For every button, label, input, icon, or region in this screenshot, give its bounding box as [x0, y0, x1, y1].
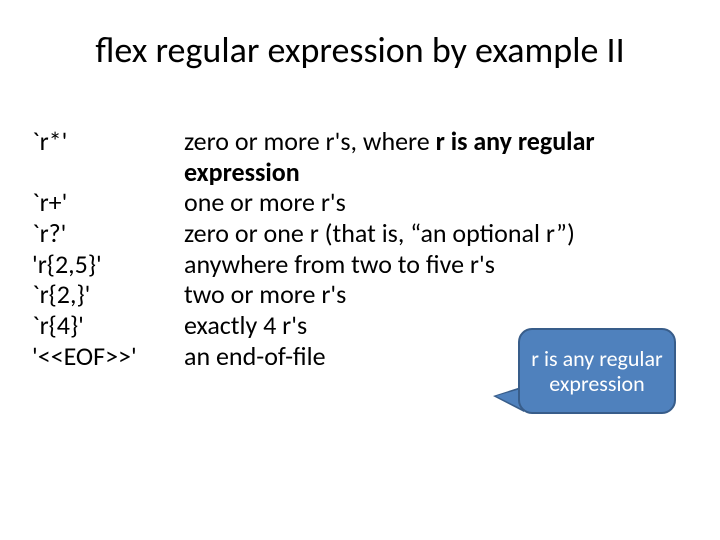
pattern-token: `r*': [32, 126, 184, 157]
callout-bubble: r is any regular expression: [518, 328, 676, 414]
callout-text: r is any regular expression: [528, 346, 666, 397]
pattern-desc: one or more r's: [184, 187, 688, 218]
pattern-token: `r{4}': [32, 310, 184, 341]
pattern-desc: zero or more r's, where r is any regular…: [184, 126, 688, 187]
desc-text: anywhere from two to five r's: [184, 248, 495, 280]
pattern-desc: zero or one r (that is, “an optional r”): [184, 218, 688, 249]
desc-text: zero or one r (that is, “an optional r”): [184, 217, 575, 249]
pattern-desc: two or more r's: [184, 279, 688, 310]
pattern-token: `r+': [32, 187, 184, 218]
desc-text: exactly 4 r's: [184, 309, 307, 341]
definition-row: `r?' zero or one r (that is, “an optiona…: [32, 218, 688, 249]
definition-row: 'r{2,5}' anywhere from two to five r's: [32, 249, 688, 280]
slide: flex regular expression by example II `r…: [0, 0, 720, 540]
desc-text: zero or more r's, where: [184, 125, 436, 157]
pattern-desc: anywhere from two to five r's: [184, 249, 688, 280]
desc-text: two or more r's: [184, 278, 346, 310]
definition-row: `r{2,}' two or more r's: [32, 279, 688, 310]
desc-text: one or more r's: [184, 186, 346, 218]
pattern-token: `r{2,}': [32, 279, 184, 310]
slide-title: flex regular expression by example II: [0, 28, 720, 72]
pattern-token: '<<EOF>>': [32, 341, 184, 372]
pattern-token: 'r{2,5}': [32, 249, 184, 280]
definition-row: `r*' zero or more r's, where r is any re…: [32, 126, 688, 187]
desc-text: an end-of-file: [184, 340, 326, 372]
definition-row: `r+' one or more r's: [32, 187, 688, 218]
pattern-token: `r?': [32, 218, 184, 249]
